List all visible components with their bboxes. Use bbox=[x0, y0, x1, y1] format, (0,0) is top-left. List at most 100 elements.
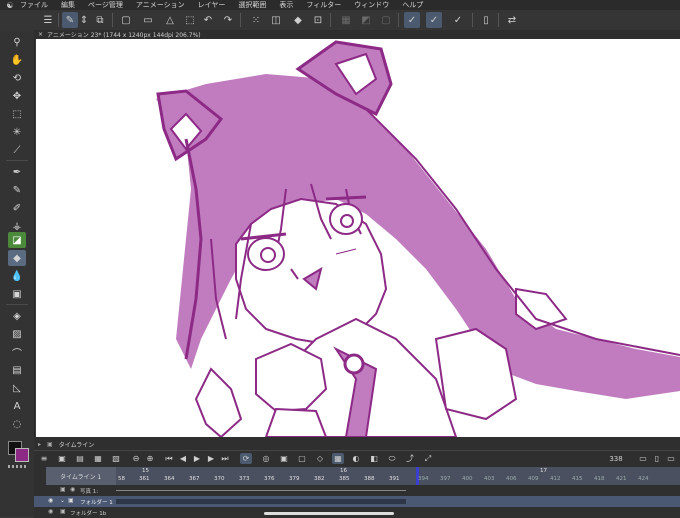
transfer-icon[interactable]: ⧉ bbox=[92, 12, 108, 28]
blend-icon[interactable]: 💧 bbox=[8, 268, 26, 284]
redo-icon[interactable]: ↷ bbox=[220, 12, 236, 28]
menu-page[interactable]: ページ管理 bbox=[88, 0, 123, 10]
menu-layer[interactable]: レイヤー bbox=[198, 0, 226, 10]
hamburger-menu-icon[interactable]: ☰ bbox=[40, 12, 56, 28]
frame-number: 382 bbox=[314, 476, 325, 482]
pattern-icon[interactable]: ▣ bbox=[8, 286, 26, 302]
onion-skin-icon[interactable]: ◎ bbox=[260, 453, 272, 464]
view-left-icon[interactable]: ▭ bbox=[638, 453, 648, 464]
view-center-icon[interactable]: ▯ bbox=[652, 453, 662, 464]
ruler-icon[interactable]: ◺ bbox=[8, 380, 26, 396]
view-right-icon[interactable]: ▭ bbox=[666, 453, 676, 464]
chevron-down-icon[interactable]: ⌄ bbox=[60, 497, 65, 504]
menu-view[interactable]: 表示 bbox=[279, 0, 293, 10]
gradient-icon[interactable]: ▨ bbox=[8, 326, 26, 342]
new-timeline-icon[interactable]: ▣ bbox=[56, 453, 68, 464]
pencil-icon[interactable]: ✎ bbox=[8, 182, 26, 198]
specify-cel-icon[interactable]: ▧ bbox=[110, 453, 122, 464]
save-icon[interactable]: ⬚ bbox=[182, 12, 198, 28]
menu-window[interactable]: ウィンドウ bbox=[354, 0, 389, 10]
transparent-swatch[interactable] bbox=[8, 465, 26, 468]
sketch-artwork bbox=[156, 40, 680, 437]
eye-icon[interactable]: ◉ bbox=[48, 508, 53, 515]
eye-icon[interactable]: ◉ bbox=[48, 497, 53, 504]
sub-color-swatch[interactable] bbox=[15, 448, 29, 462]
frame-number: 406 bbox=[506, 476, 517, 482]
current-frame: 338 bbox=[609, 454, 623, 463]
hand-icon[interactable]: ✋ bbox=[8, 52, 26, 68]
menu-animation[interactable]: アニメーション bbox=[136, 0, 185, 10]
timeline-name[interactable]: タイムライン 1 bbox=[46, 467, 116, 485]
grid-icon[interactable]: ▦ bbox=[338, 12, 354, 28]
select-icon[interactable]: ⬚ bbox=[8, 106, 26, 122]
snap-special-ruler-icon[interactable]: ✓ bbox=[426, 12, 442, 28]
document-tab[interactable]: × アニメーション 23* (1744 x 1240px 144dpi 206.… bbox=[34, 30, 680, 39]
enable-keyframe-icon[interactable]: ▦ bbox=[332, 453, 344, 464]
device-icon[interactable]: ▯ bbox=[478, 12, 494, 28]
pen-icon[interactable]: ✒ bbox=[8, 164, 26, 180]
undo-icon[interactable]: ↶ bbox=[200, 12, 216, 28]
layer-row-selected[interactable]: ◉ ⌄ ▣ フォルダー 1 bbox=[34, 496, 680, 507]
loop-icon[interactable]: ⟳ bbox=[240, 453, 252, 464]
export-icon[interactable]: △ bbox=[162, 12, 178, 28]
link-icon[interactable]: ⬭ bbox=[386, 453, 398, 464]
companion-icon[interactable]: ⇄ bbox=[504, 12, 520, 28]
pen-tool-icon[interactable]: ✎ bbox=[62, 12, 78, 28]
interpolation-icon[interactable]: ◐ bbox=[350, 453, 362, 464]
zoom-in-icon[interactable]: ⊕ bbox=[146, 453, 154, 464]
menu-help[interactable]: ヘルプ bbox=[402, 0, 423, 10]
deselect-icon[interactable]: ⁙ bbox=[248, 12, 264, 28]
text-icon[interactable]: A bbox=[8, 398, 26, 414]
brush-icon[interactable]: ✐ bbox=[8, 200, 26, 216]
menu-filter[interactable]: フィルター bbox=[306, 0, 341, 10]
frame-number: 391 bbox=[389, 476, 400, 482]
menu-file[interactable]: ファイル bbox=[20, 0, 48, 10]
close-tab-icon[interactable]: × bbox=[38, 31, 43, 38]
frame-icon[interactable]: ▢ bbox=[378, 12, 394, 28]
new-file-icon[interactable]: ▢ bbox=[118, 12, 134, 28]
move-icon[interactable]: ✥ bbox=[8, 88, 26, 104]
layer-row[interactable]: ▣ ◉ 写真 1: bbox=[34, 485, 680, 496]
snap-ruler-icon[interactable]: ✓ bbox=[404, 12, 420, 28]
stepper-icon[interactable]: ▢ bbox=[296, 453, 308, 464]
ease-icon[interactable]: ⤴ bbox=[404, 453, 416, 464]
menu-icon[interactable]: ≡ bbox=[38, 453, 50, 464]
sync-icon[interactable]: ⤢ bbox=[422, 453, 434, 464]
frame-border-icon[interactable]: ▤ bbox=[8, 362, 26, 378]
transform-icon[interactable]: ⊡ bbox=[310, 12, 326, 28]
camera-icon[interactable]: ◧ bbox=[368, 453, 380, 464]
frame-number: 424 bbox=[638, 476, 649, 482]
app-logo-icon[interactable]: ☯ bbox=[0, 0, 20, 10]
new-cel-icon[interactable]: ▦ bbox=[92, 453, 104, 464]
first-frame-icon[interactable]: ⏮ bbox=[164, 453, 174, 464]
decoration-icon[interactable]: ◪ bbox=[8, 232, 26, 248]
last-frame-icon[interactable]: ⏭ bbox=[220, 453, 230, 464]
snap-grid-icon[interactable]: ✓ bbox=[450, 12, 466, 28]
edit-timeline-icon[interactable]: ▤ bbox=[74, 453, 86, 464]
open-folder-icon[interactable]: ▭ bbox=[140, 12, 156, 28]
menu-edit[interactable]: 編集 bbox=[61, 0, 75, 10]
magic-wand-icon[interactable]: ✳ bbox=[8, 124, 26, 140]
menu-selection[interactable]: 選択範囲 bbox=[238, 0, 266, 10]
clear-icon[interactable]: ◫ bbox=[268, 12, 284, 28]
eyedropper-icon[interactable]: ⟋ bbox=[8, 142, 26, 158]
prev-frame-icon[interactable]: ◀ bbox=[178, 453, 188, 464]
zoom-icon[interactable]: ⚲ bbox=[8, 34, 26, 50]
fill-icon[interactable]: ◆ bbox=[290, 12, 306, 28]
eraser-icon[interactable]: ◆ bbox=[8, 250, 26, 266]
light-table-icon[interactable]: ▣ bbox=[278, 453, 290, 464]
next-frame-icon[interactable]: ▶ bbox=[206, 453, 216, 464]
divider bbox=[6, 160, 28, 161]
play-icon[interactable]: ▶ bbox=[192, 453, 202, 464]
keyframe-icon[interactable]: ◇ bbox=[314, 453, 326, 464]
fill-bucket-icon[interactable]: ◈ bbox=[8, 308, 26, 324]
drawing-canvas[interactable] bbox=[36, 39, 680, 437]
stepper-icon[interactable]: ⇕ bbox=[80, 12, 88, 28]
balloon-icon[interactable]: ◌ bbox=[8, 416, 26, 432]
figure-icon[interactable]: ⌒ bbox=[8, 344, 26, 360]
section-marker: 15 bbox=[142, 468, 149, 474]
crop-icon[interactable]: ◩ bbox=[358, 12, 374, 28]
zoom-out-icon[interactable]: ⊖ bbox=[132, 453, 140, 464]
collapse-icon[interactable]: ▸ bbox=[38, 441, 41, 448]
rotate-icon[interactable]: ⟲ bbox=[8, 70, 26, 86]
